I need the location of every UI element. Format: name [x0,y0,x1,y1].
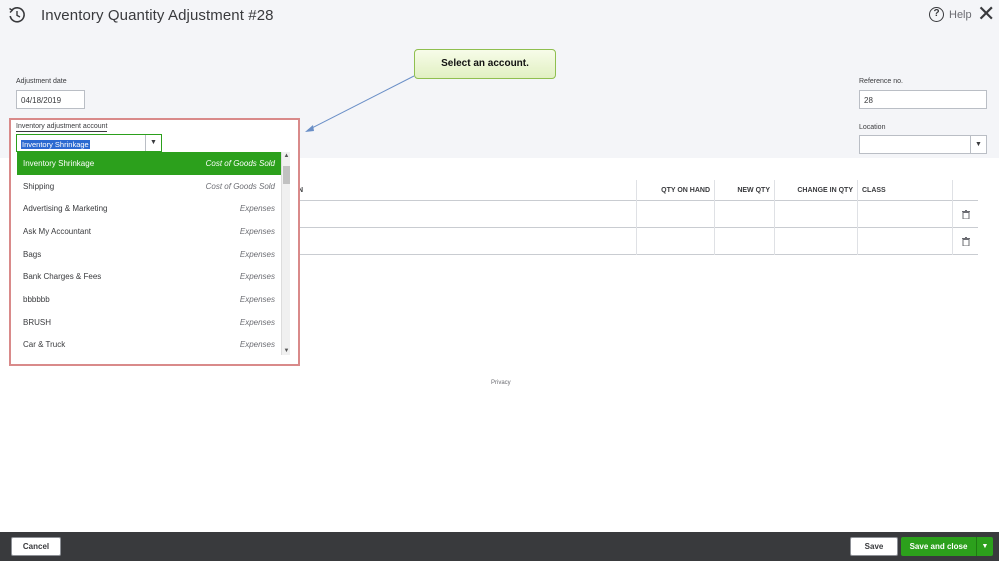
location-select[interactable]: ▼ [859,135,987,154]
option-name: Bags [23,249,42,259]
chevron-down-icon[interactable]: ▼ [976,537,993,556]
table-header: N QTY ON HAND NEW QTY CHANGE IN QTY CLAS… [298,180,978,201]
dropdown-option[interactable]: BRUSH Expenses [17,311,281,334]
callout-tip: Select an account. [414,49,556,79]
account-select[interactable]: Inventory Shrinkage ▼ [16,134,162,152]
account-label: Inventory adjustment account [16,123,108,132]
option-name: Car & Truck [23,340,66,350]
help-label: Help [949,8,972,21]
col-header-new-qty: NEW QTY [714,180,774,201]
scroll-thumb[interactable] [283,166,290,184]
chevron-down-icon[interactable]: ▼ [145,135,161,151]
option-type: Cost of Goods Sold [205,181,275,191]
option-type: Expenses [239,204,275,214]
reference-label: Reference no. [859,78,903,85]
save-button[interactable]: Save [850,537,898,556]
col-header-class: CLASS [857,180,952,201]
help-button[interactable]: ? Help [929,7,972,22]
dropdown-scrollbar[interactable]: ▲ ▼ [281,152,290,355]
adjustment-date-label: Adjustment date [16,78,67,85]
callout-arrow [305,75,415,132]
option-name: Advertising & Marketing [23,204,108,214]
dropdown-option[interactable]: bbbbbb Expenses [17,288,281,311]
option-name: bbbbbb [23,294,50,304]
option-name: Shipping [23,181,55,191]
col-header-actions [952,180,978,201]
privacy-link[interactable]: Privacy [491,380,511,386]
option-name: Bank Charges & Fees [23,272,102,282]
cancel-button[interactable]: Cancel [11,537,61,556]
scroll-up-icon[interactable]: ▲ [282,152,291,160]
option-type: Expenses [239,249,275,259]
dropdown-option[interactable]: Advertising & Marketing Expenses [17,197,281,220]
option-type: Expenses [239,340,275,350]
dropdown-option[interactable]: Car & Truck Expenses [17,334,281,356]
save-and-close-button[interactable]: Save and close [901,537,976,556]
trash-icon[interactable] [962,237,970,246]
chevron-down-icon[interactable]: ▼ [970,136,986,153]
trash-icon[interactable] [962,210,970,219]
col-header-qty-on-hand: QTY ON HAND [636,180,714,201]
scroll-down-icon[interactable]: ▼ [282,347,291,355]
option-name: Ask My Accountant [23,226,92,236]
reference-field[interactable]: 28 [859,90,987,109]
dropdown-option[interactable]: Shipping Cost of Goods Sold [17,175,281,198]
adjustment-date-field[interactable]: 04/18/2019 [16,90,85,109]
option-type: Expenses [239,294,275,304]
dropdown-option[interactable]: Ask My Accountant Expenses [17,220,281,243]
option-name: BRUSH [23,317,52,327]
option-type: Expenses [239,226,275,236]
option-type: Expenses [239,272,275,282]
option-type: Expenses [239,317,275,327]
history-icon[interactable] [8,6,26,24]
table-row[interactable] [298,201,978,228]
table-row[interactable] [298,228,978,255]
option-type: Cost of Goods Sold [205,158,275,168]
col-header-change-in-qty: CHANGE IN QTY [774,180,857,201]
dropdown-option[interactable]: Bags Expenses [17,243,281,266]
account-dropdown-list[interactable]: Inventory Shrinkage Cost of Goods Sold Shi… [17,152,281,355]
dropdown-option[interactable]: Bank Charges & Fees Expenses [17,265,281,288]
dropdown-option[interactable]: Inventory Shrinkage Cost of Goods Sold [17,152,281,175]
option-name: Inventory Shrinkage [23,158,95,168]
help-icon: ? [929,7,944,22]
page-title: Inventory Quantity Adjustment #28 [41,7,274,24]
close-icon[interactable]: ✕ [977,3,995,25]
location-label: Location [859,124,886,131]
account-value[interactable]: Inventory Shrinkage [21,140,90,149]
